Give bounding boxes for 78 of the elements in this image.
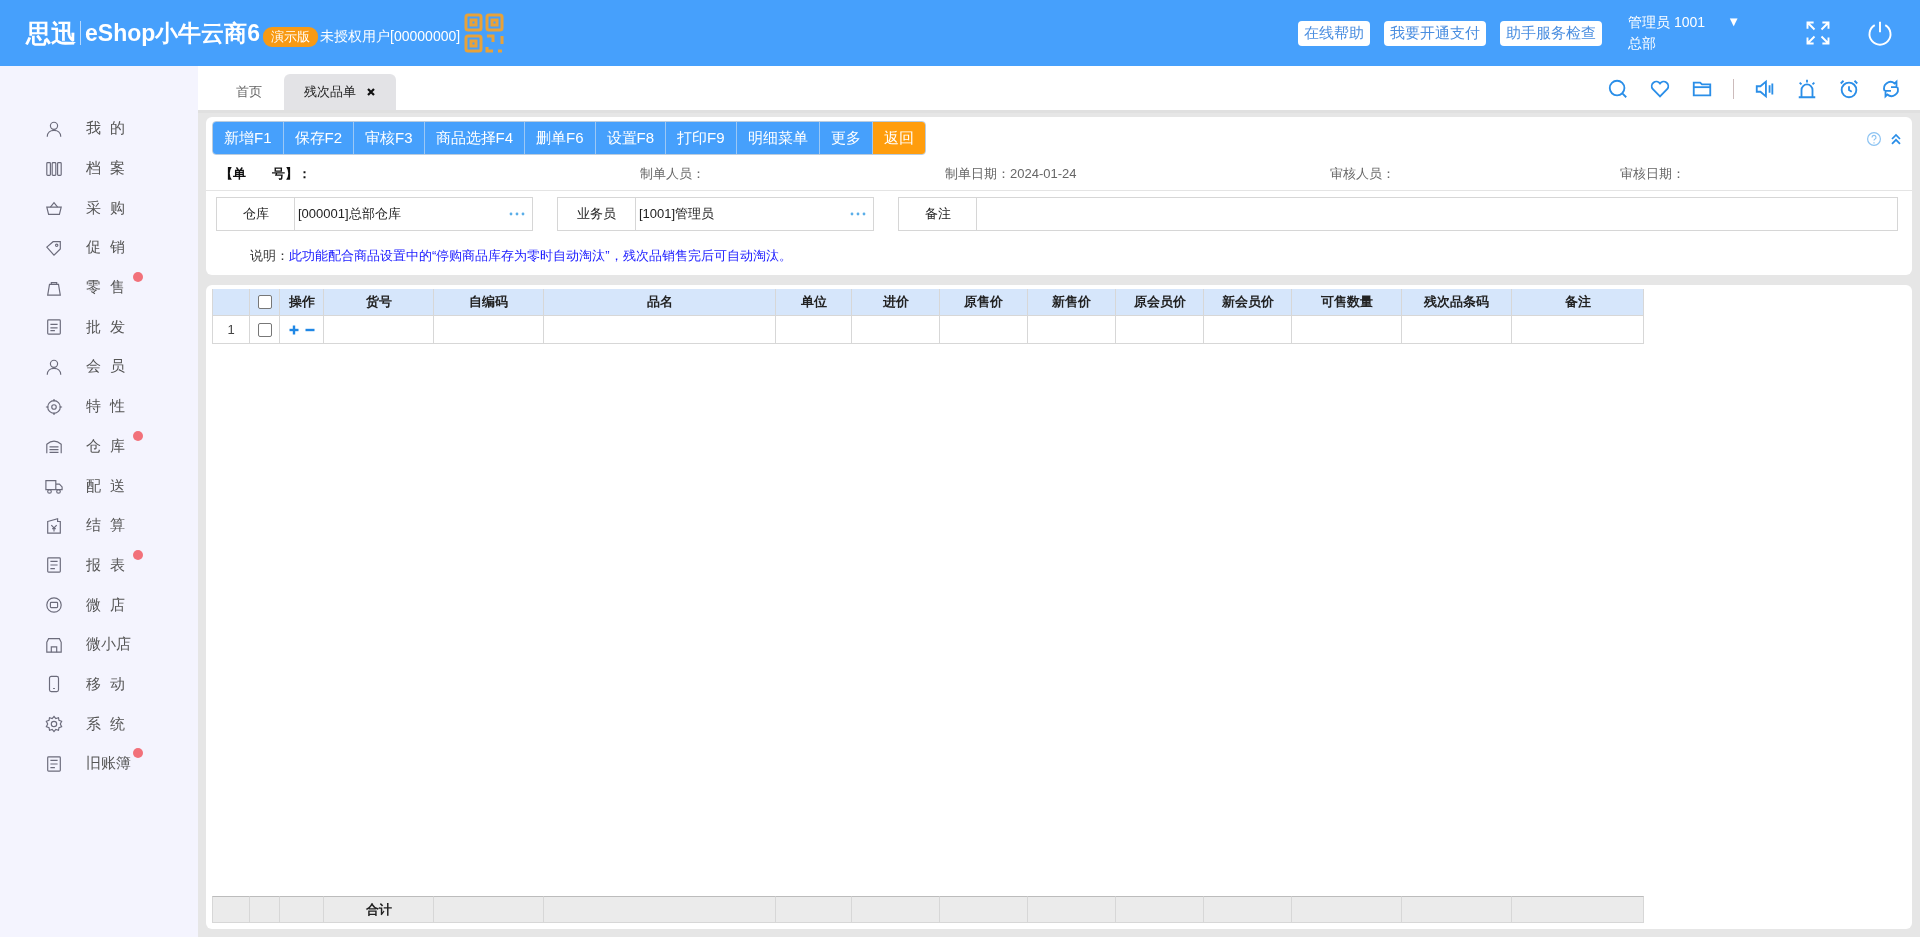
fullscreen-icon[interactable] xyxy=(1804,19,1832,47)
target-icon xyxy=(45,397,63,416)
checkbox[interactable] xyxy=(257,295,272,309)
header-link-button[interactable]: 在线帮助 xyxy=(1298,20,1371,46)
info-label: 审核人员： xyxy=(1330,165,1396,183)
brand-logo: 思迅 xyxy=(26,17,76,49)
column-header: 残次品条码 xyxy=(1402,289,1512,316)
sidebar-item[interactable]: 配送 xyxy=(0,466,198,506)
tag-icon xyxy=(45,238,63,257)
sidebar-item[interactable]: 系统 xyxy=(0,704,198,744)
sidebar-item[interactable]: 批发 xyxy=(0,307,198,348)
help-icon[interactable] xyxy=(1866,131,1882,147)
info-label: 制单日期：2024-01-24 xyxy=(945,165,1078,183)
qr-code-icon[interactable] xyxy=(464,13,505,53)
sidebar-item[interactable]: 移动 xyxy=(0,664,198,705)
column-header: 进价 xyxy=(852,289,940,316)
sidebar-item[interactable]: 仓库 xyxy=(0,426,198,467)
note-label: 说明： xyxy=(250,248,289,263)
warehouse-icon xyxy=(45,437,63,456)
wallet-icon xyxy=(45,516,63,535)
doc-icon xyxy=(45,556,63,575)
row-number: 1 xyxy=(212,316,250,344)
receipt-icon xyxy=(45,318,63,337)
branch-name: 总部 xyxy=(1628,34,1658,53)
column-header: 原售价 xyxy=(940,289,1028,316)
user-name: 管理员 1001 xyxy=(1628,13,1706,32)
product-name: eShop小牛云商6 xyxy=(85,18,261,48)
search-icon[interactable] xyxy=(1607,78,1629,100)
column-header: 自编码 xyxy=(434,289,544,316)
column-header: 单位 xyxy=(776,289,852,316)
sidebar-item[interactable]: 特性 xyxy=(0,386,198,427)
sidebar-item[interactable]: 采购 xyxy=(0,188,198,229)
sidebar-item[interactable]: 会员 xyxy=(0,347,198,387)
sidebar-item[interactable]: 促销 xyxy=(0,228,198,268)
column-header: 品名 xyxy=(544,289,776,316)
info-label: 【单 号】： xyxy=(220,165,312,183)
note-text: 此功能配合商品设置中的“停购商品库存为零时自动淘汰”，残次品销售完后可自动淘汰。 xyxy=(289,248,792,263)
books-icon xyxy=(45,159,63,178)
sidebar-item[interactable]: 零售 xyxy=(0,267,198,308)
doc-icon xyxy=(45,754,63,773)
column-header: 新会员价 xyxy=(1204,289,1292,316)
sidebar-item[interactable]: 微店 xyxy=(0,585,198,625)
info-label: 审核日期： xyxy=(1620,165,1686,183)
alarm-clock-icon[interactable] xyxy=(1838,78,1860,100)
chat-icon xyxy=(45,596,63,615)
header-link-button[interactable]: 助手服务检查 xyxy=(1500,20,1603,46)
add-row-icon[interactable] xyxy=(288,324,299,335)
refresh-icon[interactable] xyxy=(1880,78,1902,100)
power-icon[interactable] xyxy=(1866,19,1894,47)
total-cell: 合计 xyxy=(324,896,434,923)
store-icon xyxy=(45,635,63,654)
sidebar-item[interactable]: 我的 xyxy=(0,109,198,149)
column-header: 新售价 xyxy=(1028,289,1116,316)
person-icon xyxy=(45,357,63,376)
alarm-light-icon[interactable] xyxy=(1796,78,1818,100)
checkbox[interactable] xyxy=(257,322,272,337)
tab[interactable]: 首页 xyxy=(216,74,282,110)
column-header: 操作 xyxy=(280,289,324,316)
sidebar-item[interactable]: 微小店 xyxy=(0,624,198,665)
sidebar-item[interactable]: 报表 xyxy=(0,545,198,586)
column-header: 可售数量 xyxy=(1292,289,1402,316)
edition-badge: 演示版 xyxy=(263,27,319,47)
speaker-icon[interactable] xyxy=(1754,78,1776,100)
column-header: 货号 xyxy=(324,289,434,316)
sidebar-item[interactable]: 结算 xyxy=(0,505,198,546)
person-icon xyxy=(45,119,63,138)
heart-icon[interactable] xyxy=(1649,78,1671,100)
license-text: 未授权用户[00000000] xyxy=(320,28,461,46)
truck-icon xyxy=(45,477,63,496)
info-label: 制单人员： xyxy=(640,165,706,183)
column-header: 备注 xyxy=(1512,289,1644,316)
basket-icon xyxy=(45,199,63,218)
sidebar-item[interactable]: 旧账簿 xyxy=(0,744,198,784)
close-icon[interactable] xyxy=(366,87,376,97)
sidebar-item[interactable]: 档案 xyxy=(0,148,198,189)
gear-icon xyxy=(45,715,63,734)
tab[interactable]: 残次品单 xyxy=(284,74,396,110)
column-header: 原会员价 xyxy=(1116,289,1204,316)
